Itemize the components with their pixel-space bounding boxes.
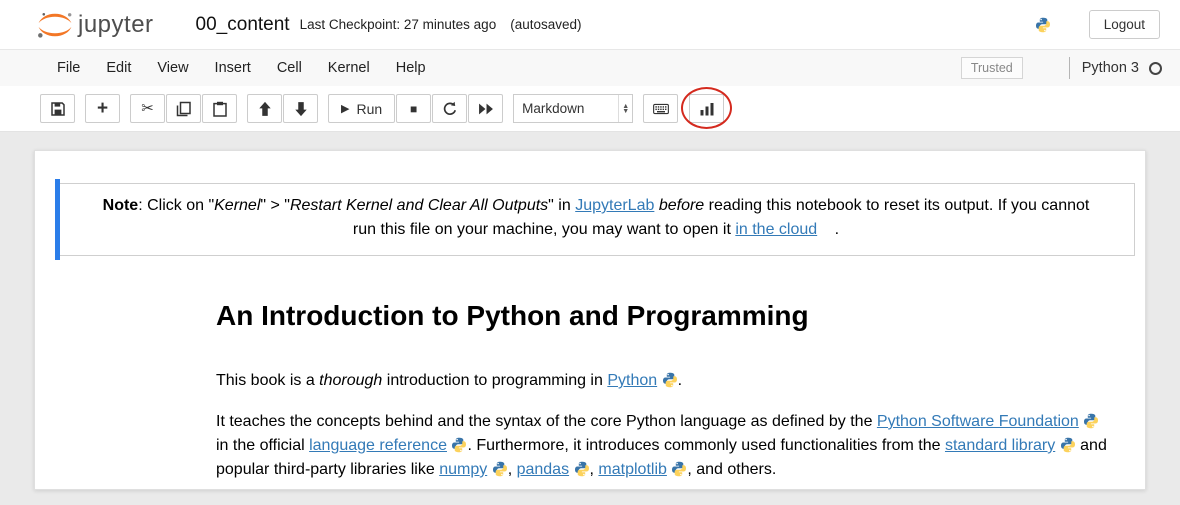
notebook-container: Note: Click on "Kernel" > "Restart Kerne… [34,150,1146,490]
link-in-the-cloud[interactable]: in the cloud [735,221,817,238]
checkpoint-status: Last Checkpoint: 27 minutes ago [300,17,497,32]
command-palette-button[interactable] [643,94,678,123]
menu-file[interactable]: File [44,60,93,76]
notebook-body: Note: Click on "Kernel" > "Restart Kerne… [0,132,1180,503]
intro-paragraph: This book is a thorough introduction to … [216,369,1113,393]
save-button[interactable] [40,94,75,123]
link-numpy[interactable]: numpy [439,461,487,478]
toolbar: + ✂ ▶ Run ■ Markdown ▲▼ [0,86,1180,132]
restart-icon [442,101,458,117]
play-icon: ▶ [341,102,349,115]
text-segment: Restart Kernel and Clear All Outputs [290,197,548,214]
logout-button[interactable]: Logout [1089,10,1160,39]
notebook-header: jupyter 00_content Last Checkpoint: 27 m… [0,0,1180,50]
copy-icon [176,101,192,117]
restart-run-all-button[interactable] [468,94,503,123]
text-segment: . [678,372,682,389]
move-up-icon [257,101,273,117]
python-icon [574,458,590,482]
cut-icon: ✂ [141,101,154,116]
fast-forward-icon [478,101,494,117]
save-icon [50,101,66,117]
text-segment: in the official [216,437,309,454]
jupyter-logo[interactable]: jupyter [36,10,154,40]
add-cell-icon: + [97,99,108,118]
menu-kernel[interactable]: Kernel [315,60,383,76]
text-segment: before [659,197,704,214]
menu-cell[interactable]: Cell [264,60,315,76]
text-segment: " in [548,197,575,214]
link-matplotlib[interactable]: matplotlib [598,461,666,478]
link-jupyterlab[interactable]: JupyterLab [575,197,654,214]
text-segment: Note [103,197,139,214]
text-segment: It teaches the concepts behind and the s… [216,413,877,430]
text-segment: : Click on " [138,197,214,214]
menu-edit[interactable]: Edit [93,60,144,76]
kernel-status-icon [1149,62,1162,75]
menu-right: Trusted Python 3 [961,57,1162,79]
python-icon [662,369,678,393]
link-python-software-foundation[interactable]: Python Software Foundation [877,413,1079,430]
cut-button[interactable]: ✂ [130,94,165,123]
chart-button-wrap [689,94,725,123]
chart-icon [699,101,715,117]
link-python[interactable]: Python [607,372,657,389]
link-language-reference[interactable]: language reference [309,437,447,454]
run-label: Run [356,101,382,117]
link-standard-library[interactable]: standard library [945,437,1055,454]
markdown-cell[interactable]: An Introduction to Python and Programmin… [35,300,1145,482]
python-logo-icon [1035,17,1051,33]
paste-button[interactable] [202,94,237,123]
python-icon [671,458,687,482]
run-button[interactable]: ▶ Run [328,94,395,123]
chart-button[interactable] [689,94,724,123]
python-icon [1083,410,1099,434]
text-segment: Kernel [214,197,260,214]
header-right: Logout [1035,10,1160,39]
jupyter-logo-text: jupyter [78,11,154,39]
python-icon [451,434,467,458]
trusted-badge[interactable]: Trusted [961,57,1023,79]
stop-button[interactable]: ■ [396,94,431,123]
divider [1069,57,1070,79]
move-down-button[interactable] [283,94,318,123]
note-callout: Note: Click on "Kernel" > "Restart Kerne… [57,183,1135,256]
text-segment: " > " [260,197,290,214]
jupyter-logo-icon [36,10,74,40]
notebook-title[interactable]: 00_content [196,14,290,36]
details-paragraph: It teaches the concepts behind and the s… [216,410,1113,482]
autosave-status: (autosaved) [510,17,581,32]
text-segment: . [835,221,839,238]
move-down-icon [293,101,309,117]
python-icon [492,458,508,482]
cell-type-value: Markdown [514,101,618,116]
text-segment: . Furthermore, it introduces commonly us… [467,437,945,454]
kernel-name: Python 3 [1082,60,1139,76]
text-segment: introduction to programming in [382,372,607,389]
text-segment: , and others. [687,461,776,478]
stop-icon: ■ [410,103,417,115]
add-cell-button[interactable]: + [85,94,120,123]
menu-view[interactable]: View [144,60,201,76]
restart-kernel-button[interactable] [432,94,467,123]
text-segment: This book is a [216,372,319,389]
paste-icon [212,101,228,117]
flower-icon [822,218,835,242]
cell-type-select[interactable]: Markdown ▲▼ [513,94,633,123]
menu-help[interactable]: Help [383,60,439,76]
chevron-down-icon: ▲▼ [618,95,632,122]
link-pandas[interactable]: pandas [517,461,570,478]
move-up-button[interactable] [247,94,282,123]
menu-insert[interactable]: Insert [202,60,264,76]
python-icon [1060,434,1076,458]
keyboard-icon [653,101,669,117]
text-segment: , [508,461,517,478]
menu-bar: File Edit View Insert Cell Kernel Help T… [0,50,1180,86]
copy-button[interactable] [166,94,201,123]
page-title: An Introduction to Python and Programmin… [216,300,1113,332]
text-segment: thorough [319,372,382,389]
